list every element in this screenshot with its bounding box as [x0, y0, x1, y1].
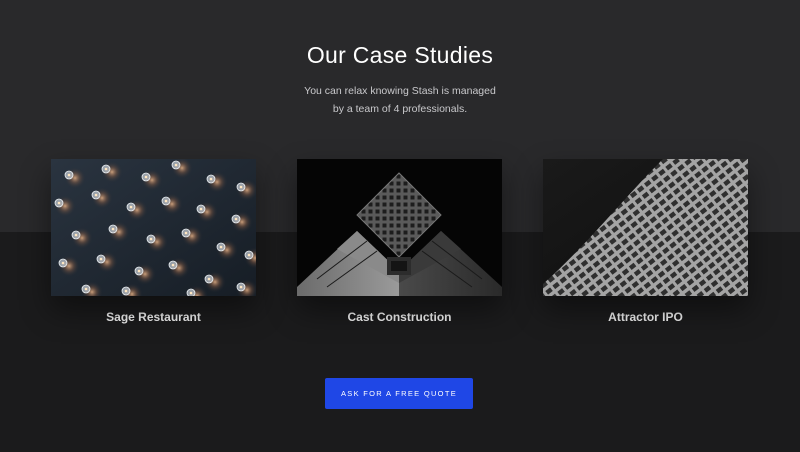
free-quote-button[interactable]: ASK FOR A FREE QUOTE [325, 378, 473, 409]
bulb-filament [129, 205, 133, 209]
bulb-filament [199, 207, 203, 211]
bulb-filament [149, 237, 153, 241]
card-label[interactable]: Sage Restaurant [51, 310, 256, 324]
subtitle-line-1: You can relax knowing Stash is managed [304, 85, 496, 97]
bulb-filament [207, 277, 211, 281]
bulb-filament [239, 285, 243, 289]
card-label[interactable]: Attractor IPO [543, 310, 748, 324]
bulb-filament [219, 245, 223, 249]
bulb-filament [104, 167, 108, 171]
building-image[interactable] [297, 159, 502, 296]
section-subtitle: You can relax knowing Stash is managed b… [250, 82, 550, 118]
card-label[interactable]: Cast Construction [297, 310, 502, 324]
case-study-card-sage-restaurant[interactable]: Sage Restaurant [51, 159, 256, 324]
subtitle-line-2: by a team of 4 professionals. [332, 103, 468, 115]
bulb-filament [209, 177, 213, 181]
bulb-filament [94, 193, 98, 197]
bulb-filament [239, 185, 243, 189]
bulb-filament [67, 173, 71, 177]
bulb-filament [144, 175, 148, 179]
lightbulbs-image[interactable] [51, 159, 256, 296]
skyscraper-image[interactable] [543, 159, 748, 296]
bulb-filament [61, 261, 65, 265]
bulb-filament [234, 217, 238, 221]
bulb-filament [111, 227, 115, 231]
case-study-card-attractor-ipo[interactable]: Attractor IPO [543, 159, 748, 324]
bulb-filament [74, 233, 78, 237]
bulb-filament [171, 263, 175, 267]
bulb-filament [174, 163, 178, 167]
bulb-filament [184, 231, 188, 235]
bulb-filament [164, 199, 168, 203]
bulb-filament [137, 269, 141, 273]
case-study-card-cast-construction[interactable]: Cast Construction [297, 159, 502, 324]
section-title: Our Case Studies [306, 42, 494, 68]
bulb-filament [124, 289, 128, 293]
bulb-filament [247, 253, 251, 257]
bulb-filament [84, 287, 88, 291]
bulb-filament [189, 291, 193, 295]
bulb-filament [99, 257, 103, 261]
bulb-filament [57, 201, 61, 205]
